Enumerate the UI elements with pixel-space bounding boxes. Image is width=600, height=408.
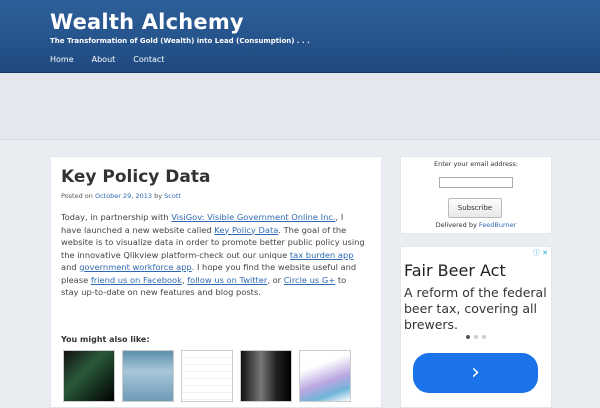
header-band	[0, 73, 600, 140]
email-label: Enter your email address:	[434, 160, 518, 168]
site-title[interactable]: Wealth Alchemy	[50, 10, 244, 34]
related-thumbnail[interactable]	[122, 350, 174, 402]
main-nav: Home About Contact	[50, 55, 182, 64]
email-subscribe-widget: Enter your email address: Subscribe Deli…	[400, 156, 552, 234]
delivered-text: Delivered by	[435, 221, 477, 229]
feedburner-link[interactable]: FeedBurner	[479, 221, 516, 229]
nav-about[interactable]: About	[92, 55, 116, 64]
post-text: and	[61, 262, 77, 272]
advertisement[interactable]: ⓘ ✕ Fair Beer Act A reform of the federa…	[400, 246, 552, 408]
post-author-link[interactable]: Scott	[164, 192, 181, 200]
post-text: Today, in partnership with	[61, 212, 169, 222]
related-thumbnails	[63, 350, 351, 402]
post-text: , or	[267, 274, 282, 285]
post-date-link[interactable]: October 29, 2013	[95, 192, 152, 200]
post-text: ,	[181, 274, 185, 285]
tax-burden-app-link[interactable]: tax burden app	[290, 250, 354, 260]
site-header: Wealth Alchemy The Transformation of Gol…	[0, 0, 600, 73]
post-title[interactable]: Key Policy Data	[61, 167, 210, 187]
ad-pagination	[466, 335, 486, 339]
site-tagline: The Transformation of Gold (Wealth) into…	[50, 37, 310, 45]
related-thumbnail[interactable]	[240, 350, 292, 402]
related-thumbnail[interactable]	[299, 350, 351, 402]
workforce-app-link[interactable]: government workforce app	[79, 262, 191, 272]
gplus-link[interactable]: Circle us G+	[284, 275, 336, 285]
post-paragraph: Today, in partnership with VisiGov: Visi…	[61, 211, 366, 299]
visigov-link[interactable]: VisiGov: Visible Government Online Inc.	[171, 212, 335, 222]
ad-dot	[474, 335, 478, 339]
delivered-by: Delivered by FeedBurner	[401, 221, 551, 229]
related-thumbnail[interactable]	[181, 350, 233, 402]
ad-dot	[466, 335, 470, 339]
facebook-link[interactable]: friend us on Facebook	[91, 275, 182, 285]
subscribe-button[interactable]: Subscribe	[448, 198, 502, 218]
post-meta: Posted on October 29, 2013 by Scott	[61, 192, 181, 200]
key-policy-data-link[interactable]: Key Policy Data	[214, 225, 278, 235]
chevron-right-icon[interactable]: ›	[413, 353, 538, 393]
ad-dot	[482, 335, 486, 339]
post-article: Key Policy Data Posted on October 29, 20…	[50, 156, 382, 408]
related-heading: You might also like:	[61, 335, 150, 344]
twitter-link[interactable]: follow us on Twitter	[187, 275, 267, 285]
meta-by: by	[154, 192, 163, 200]
ad-body[interactable]: A reform of the federal beer tax, coveri…	[404, 285, 549, 333]
nav-contact[interactable]: Contact	[133, 55, 164, 64]
ad-title[interactable]: Fair Beer Act	[404, 261, 506, 280]
ad-choices-icon[interactable]: ⓘ ✕	[533, 248, 548, 258]
nav-home[interactable]: Home	[50, 55, 74, 64]
related-thumbnail[interactable]	[63, 350, 115, 402]
meta-prefix: Posted on	[61, 192, 93, 200]
email-input[interactable]	[439, 177, 513, 188]
